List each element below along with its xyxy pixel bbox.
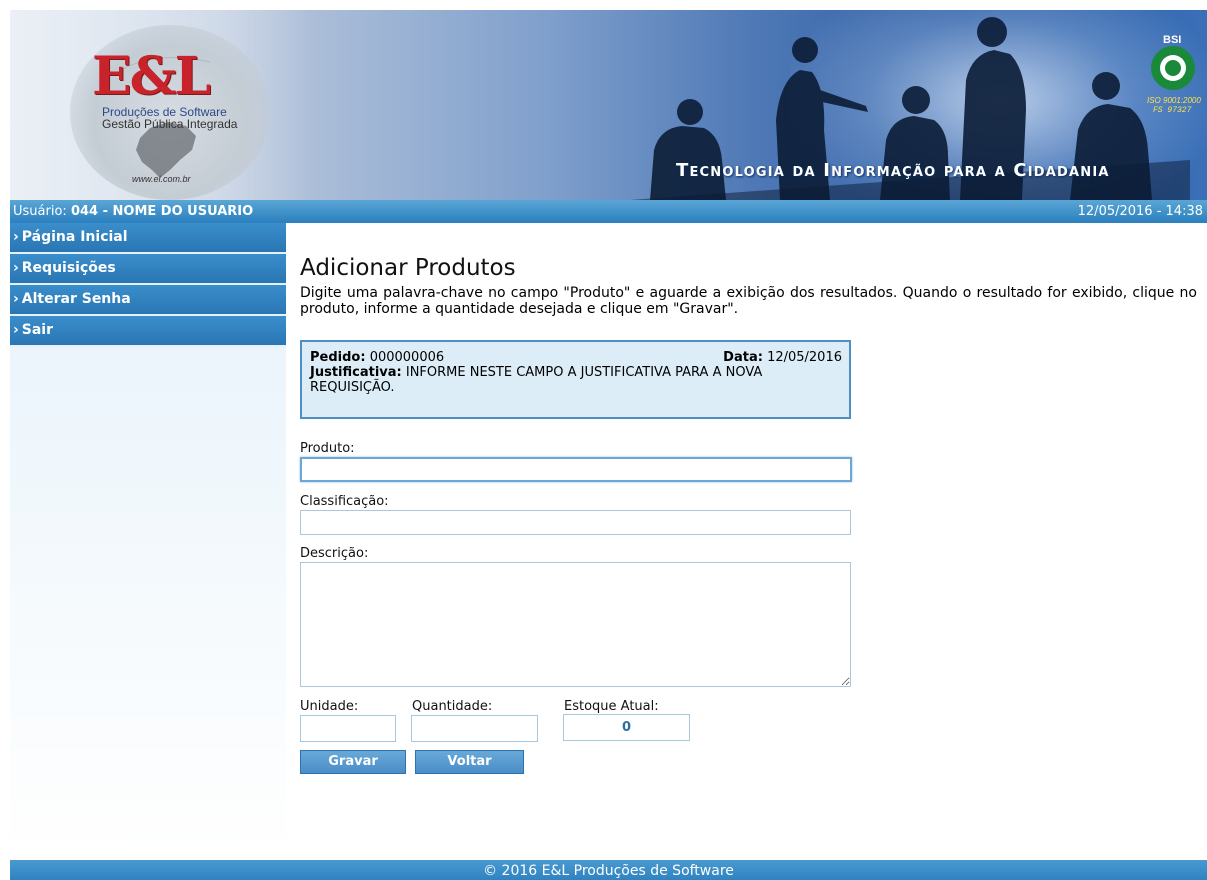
gravar-button[interactable]: Gravar	[300, 750, 406, 774]
estoque-value: 0	[563, 714, 690, 741]
iso-certification-badge: BSI ISO 9001:2000 FS 97327	[1147, 34, 1201, 115]
logo-subtitle-2: Gestão Pública Integrada	[102, 117, 238, 131]
user-bar: Usuário: 044 - NOME DO USUARIO 12/05/201…	[10, 200, 1207, 223]
user-info: Usuário: 044 - NOME DO USUARIO	[13, 200, 253, 223]
pedido-value: 000000006	[369, 350, 445, 365]
chevron-right-icon: ›	[13, 322, 19, 338]
page-title: Adicionar Produtos	[300, 255, 516, 281]
descricao-textarea[interactable]	[300, 562, 851, 687]
quantidade-label: Quantidade:	[412, 699, 493, 714]
page-description: Digite uma palavra-chave no campo "Produ…	[300, 285, 1197, 317]
estoque-label: Estoque Atual:	[564, 699, 659, 714]
header-banner: E&L Produções de Software Gestão Pública…	[10, 10, 1207, 200]
classificacao-input[interactable]	[300, 510, 851, 535]
quantidade-input[interactable]	[411, 715, 538, 742]
pedido-label: Pedido:	[310, 350, 366, 365]
unidade-label: Unidade:	[300, 699, 359, 714]
chevron-right-icon: ›	[13, 260, 19, 276]
logo-url: www.el.com.br	[132, 174, 191, 184]
user-label: Usuário:	[13, 204, 67, 219]
sidebar: › Página Inicial › Requisições › Alterar Se…	[10, 223, 286, 860]
data-value: 12/05/2016	[767, 350, 842, 365]
descricao-label: Descrição:	[300, 546, 369, 561]
company-logo: E&L	[92, 46, 211, 107]
iso-seal-icon	[1151, 46, 1195, 90]
user-name: 044 - NOME DO USUARIO	[70, 204, 254, 219]
produto-label: Produto:	[300, 441, 355, 456]
sidebar-item-sair[interactable]: › Sair	[10, 316, 286, 347]
sidebar-item-pagina-inicial[interactable]: › Página Inicial	[10, 223, 286, 254]
header-tagline: Tecnologia da Informação para a Cidadani…	[676, 160, 1110, 181]
main-content: Adicionar Produtos Digite uma palavra-ch…	[300, 223, 1205, 860]
chevron-right-icon: ›	[13, 291, 19, 307]
justificativa-label: Justificativa:	[310, 365, 402, 380]
sidebar-item-requisicoes[interactable]: › Requisições	[10, 254, 286, 285]
unidade-input[interactable]	[300, 715, 396, 742]
voltar-button[interactable]: Voltar	[415, 750, 524, 774]
current-datetime: 12/05/2016 - 14:38	[1077, 204, 1203, 219]
data-label: Data:	[723, 350, 763, 365]
sidebar-item-alterar-senha[interactable]: › Alterar Senha	[10, 285, 286, 316]
produto-input[interactable]	[300, 457, 852, 482]
chevron-right-icon: ›	[13, 229, 19, 245]
order-info-box: Pedido: 000000006 Data: 12/05/2016 Justi…	[300, 340, 851, 419]
app-frame: E&L Produções de Software Gestão Pública…	[10, 10, 1207, 880]
classificacao-label: Classificação:	[300, 494, 389, 509]
footer: © 2016 E&L Produções de Software	[10, 860, 1207, 880]
